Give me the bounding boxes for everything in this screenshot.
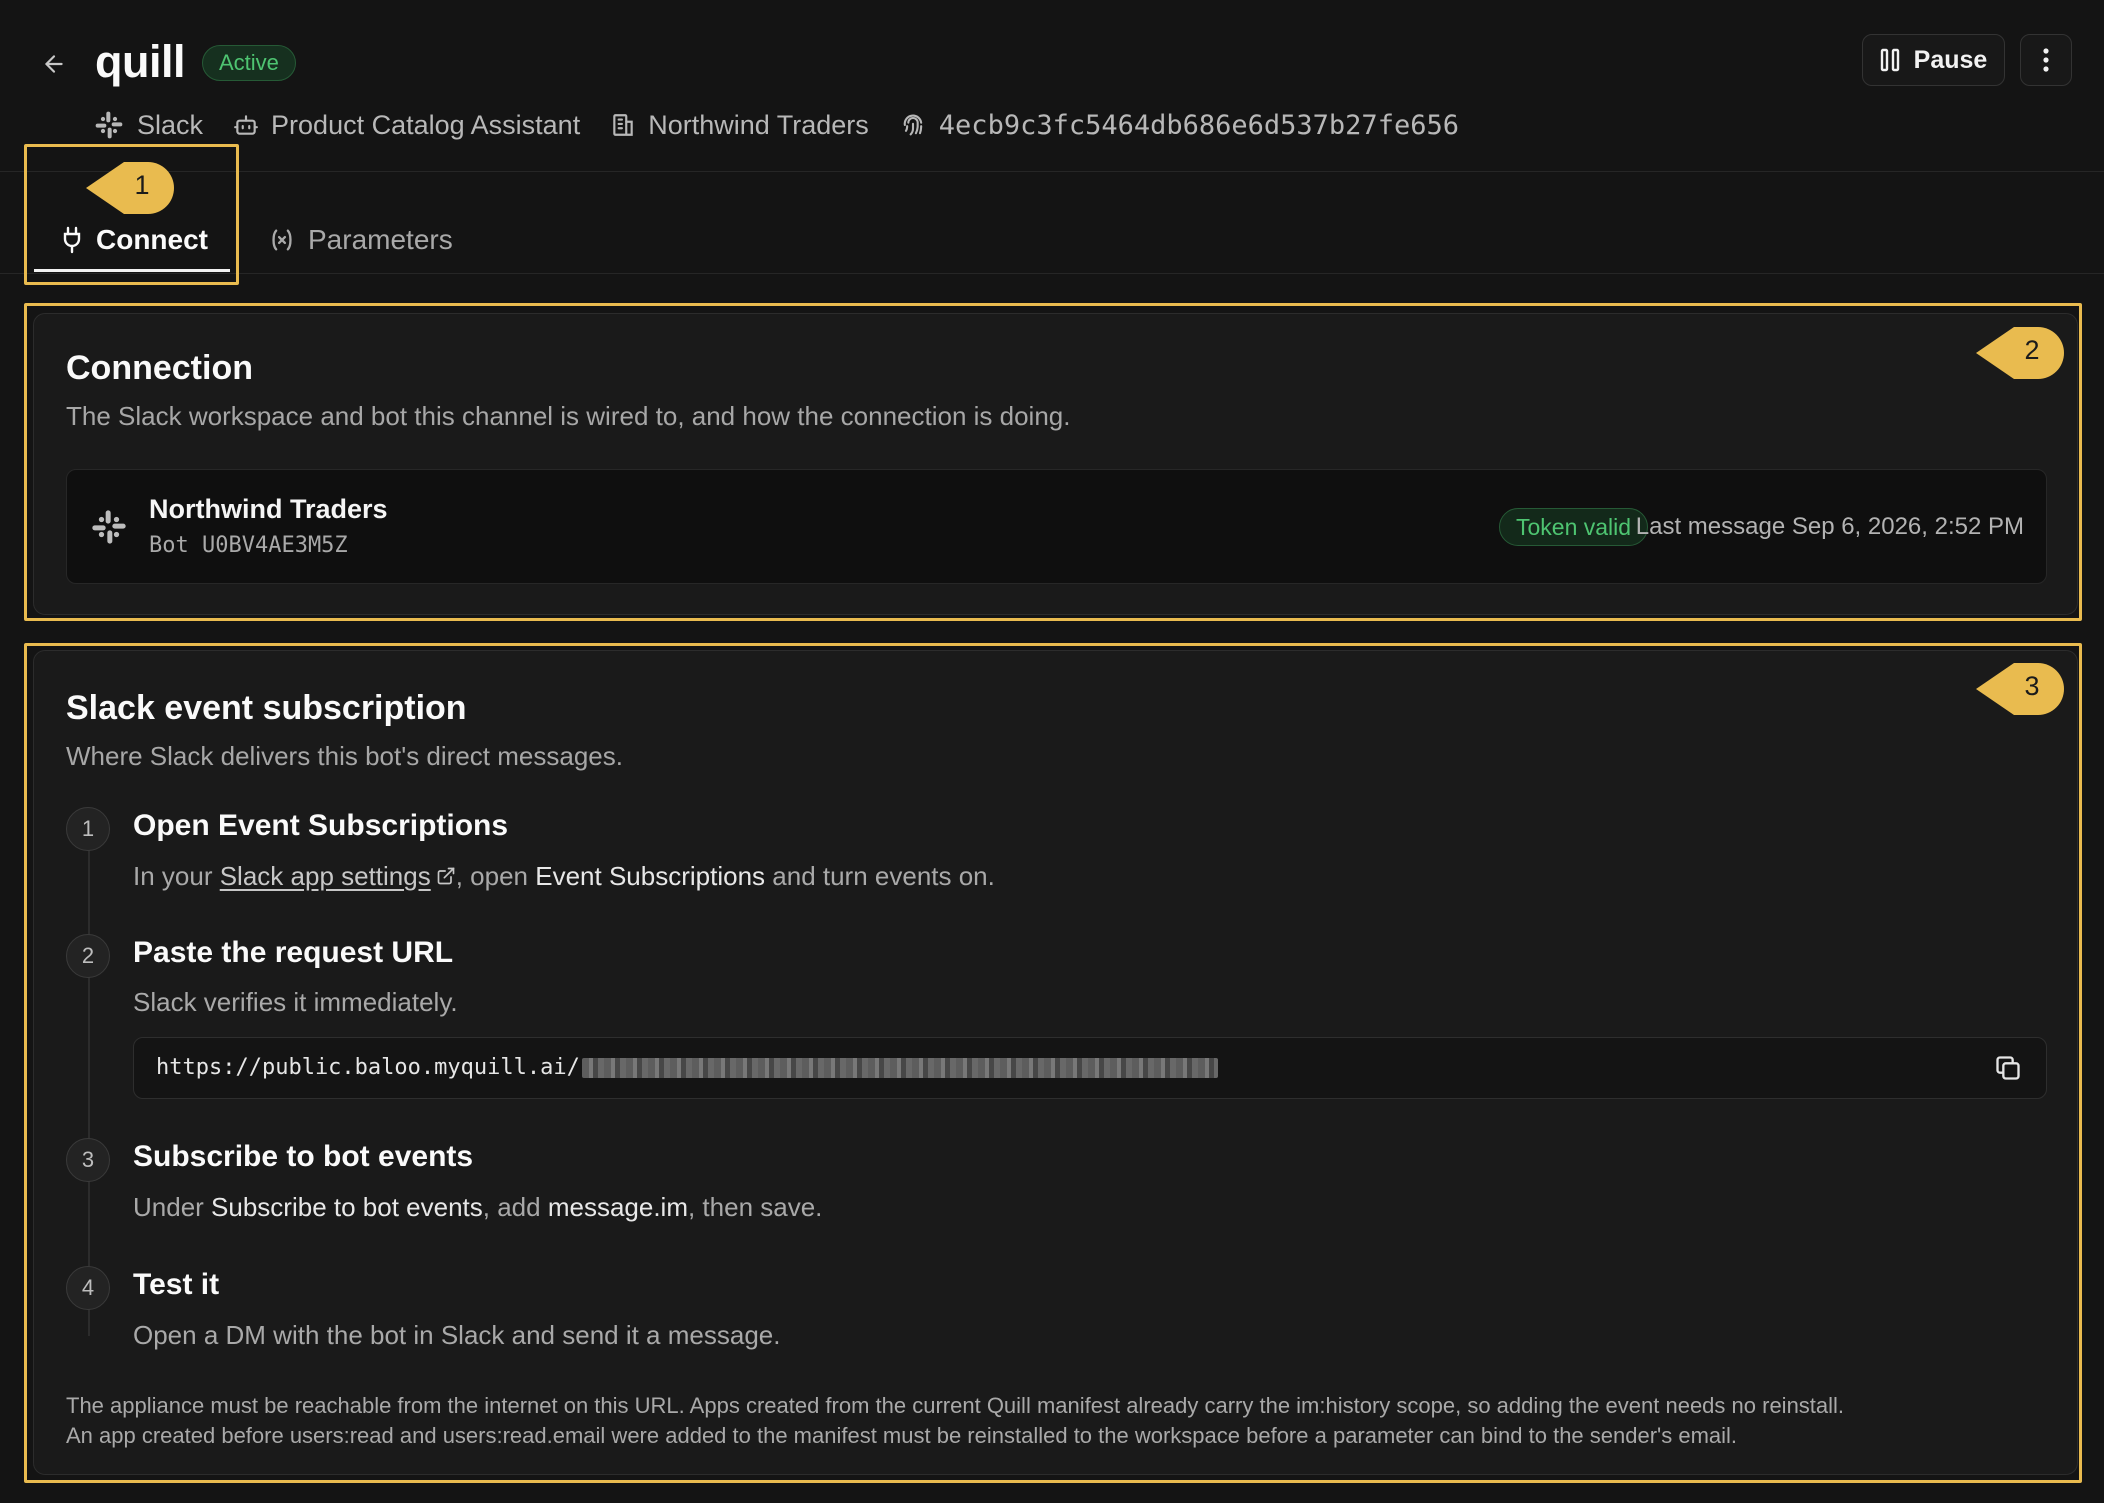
tab-connect[interactable]: Connect: [60, 212, 208, 268]
step-text-part: Under: [133, 1192, 212, 1222]
more-vertical-icon: [2043, 48, 2049, 72]
workspace-row: Northwind Traders Bot U0BV4AE3M5Z Token …: [66, 469, 2047, 584]
marker-label: 2: [2024, 335, 2040, 365]
step-text: Slack verifies it immediately.: [133, 987, 458, 1017]
tab-bar: Connect Parameters: [0, 172, 2104, 274]
step-title: Test it: [133, 1268, 220, 1301]
page-header: quill Active Slack Product Catalog Assis…: [0, 0, 2104, 172]
tab-parameters-label: Parameters: [308, 224, 453, 255]
step-text-part: , then save.: [687, 1192, 823, 1222]
marker-label: 3: [2024, 671, 2040, 701]
step-number: 3: [66, 1138, 110, 1182]
workspace-name: Northwind Traders: [149, 494, 388, 524]
active-tab-indicator: [34, 269, 230, 272]
tab-parameters[interactable]: Parameters: [268, 212, 453, 268]
bot-id: Bot U0BV4AE3M5Z: [149, 533, 348, 558]
connection-title: Connection: [66, 349, 253, 387]
plug-icon: [63, 226, 81, 254]
step-number: 4: [66, 1266, 110, 1310]
request-url-text: https://public.baloo.myquill.ai/: [156, 1055, 1218, 1080]
page-title: quill: [95, 36, 185, 87]
footnote-line: An app created before users:read and use…: [66, 1423, 1738, 1448]
external-link-icon: [437, 867, 455, 885]
step-text: Under Subscribe to bot events, add messa…: [133, 1192, 822, 1223]
step-text-part: and turn events on.: [765, 861, 995, 891]
step-text-emphasis: message.im: [547, 1192, 688, 1222]
step-text: In your Slack app settings , open Event S…: [133, 861, 995, 892]
subscription-title: Slack event subscription: [66, 689, 467, 727]
marker-badge: 3: [1976, 661, 2066, 717]
marker-badge: 1: [86, 160, 176, 216]
slack-icon: [95, 111, 123, 139]
step-text-emphasis: Event Subscriptions: [535, 861, 766, 891]
steps-rail: [88, 836, 90, 1336]
step-text: Open a DM with the bot in Slack and send…: [133, 1320, 781, 1350]
marker-badge: 2: [1976, 325, 2066, 381]
meta-organization-label: Northwind Traders: [648, 109, 869, 140]
meta-assistant-label: Product Catalog Assistant: [271, 109, 581, 140]
bot-icon: [234, 115, 258, 135]
meta-platform-label: Slack: [137, 109, 204, 140]
step-text-emphasis: Subscribe to bot events: [211, 1192, 483, 1222]
connection-description: The Slack workspace and bot this channel…: [66, 401, 1071, 431]
last-message-time: Last message Sep 6, 2026, 2:52 PM: [1635, 513, 2024, 540]
meta-organization: Northwind Traders: [610, 110, 869, 141]
request-url-prefix: https://public.baloo.myquill.ai/: [156, 1055, 580, 1080]
pause-button[interactable]: Pause: [1862, 34, 2005, 86]
step-text-part: , add: [482, 1192, 548, 1222]
redacted-url-segment: [581, 1057, 1218, 1078]
step-title: Open Event Subscriptions: [133, 809, 509, 842]
slack-app-settings-link[interactable]: Slack app settings: [220, 861, 431, 891]
request-url-field[interactable]: https://public.baloo.myquill.ai/: [133, 1037, 2047, 1099]
more-options-button[interactable]: [2020, 34, 2072, 86]
fingerprint-icon: [903, 114, 923, 136]
meta-id-label: 4ecb9c3fc5464db686e6d537b27fe656: [938, 109, 1459, 141]
meta-assistant: Product Catalog Assistant: [233, 110, 580, 141]
copy-icon: [1996, 1056, 2020, 1080]
meta-row: Slack Product Catalog Assistant Northwin…: [93, 105, 1459, 145]
marker-label: 1: [134, 170, 150, 200]
step-text-part: , open: [455, 861, 536, 891]
footnote-line: The appliance must be reachable from the…: [66, 1393, 1845, 1418]
step-number: 1: [66, 807, 110, 851]
pause-button-label: Pause: [1913, 45, 1988, 74]
footnote: The appliance must be reachable from the…: [66, 1391, 2056, 1451]
slack-icon: [92, 510, 126, 544]
connection-card: Connection The Slack workspace and bot t…: [33, 313, 2078, 615]
step-title: Paste the request URL: [133, 936, 454, 969]
tab-connect-label: Connect: [96, 224, 208, 255]
step-text-part: In your: [133, 861, 220, 891]
copy-url-button[interactable]: [1992, 1052, 2024, 1084]
meta-id: 4ecb9c3fc5464db686e6d537b27fe656: [899, 110, 1459, 141]
subscription-description: Where Slack delivers this bot's direct m…: [66, 741, 623, 771]
variable-icon: [272, 229, 292, 251]
pause-icon: [1880, 48, 1899, 72]
meta-platform: Slack: [93, 109, 203, 141]
step-title: Subscribe to bot events: [133, 1140, 474, 1173]
status-badge: Active: [202, 45, 296, 81]
arrow-left-icon: [45, 55, 63, 73]
building-icon: [613, 114, 633, 136]
step-number: 2: [66, 934, 110, 978]
token-status-badge: Token valid: [1499, 508, 1649, 546]
event-subscription-card: Slack event subscription Where Slack del…: [33, 650, 2078, 1475]
back-button[interactable]: [36, 46, 72, 82]
